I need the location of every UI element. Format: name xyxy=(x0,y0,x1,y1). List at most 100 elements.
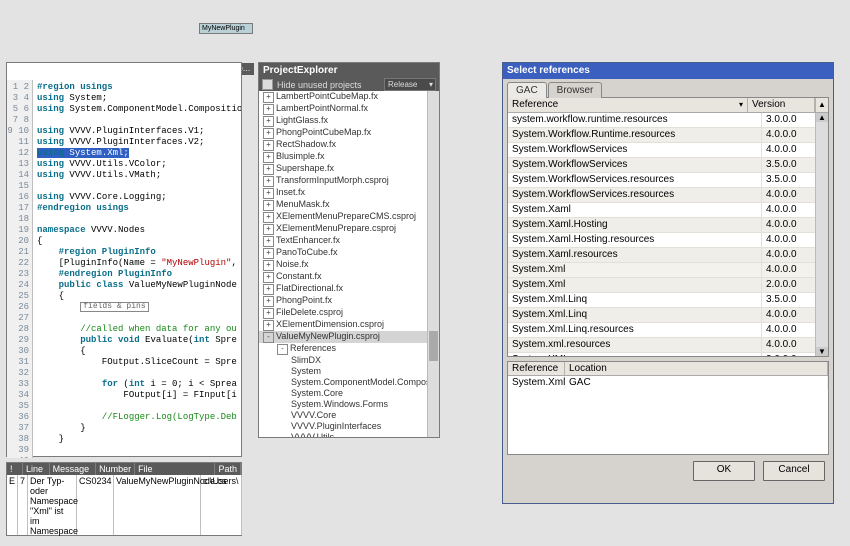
tree-item[interactable]: +LambertPointNormal.fx xyxy=(259,103,439,115)
tree-item[interactable]: -ValueMyNewPlugin.csproj xyxy=(259,331,439,343)
errcol-marker[interactable]: ! xyxy=(7,463,23,475)
tree-expand-icon[interactable]: + xyxy=(263,128,274,139)
tree-item[interactable]: +PhongPointCubeMap.fx xyxy=(259,127,439,139)
tree-expand-icon[interactable]: + xyxy=(263,308,274,319)
tree-item[interactable]: +Inset.fx xyxy=(259,187,439,199)
tree-expand-icon[interactable]: + xyxy=(263,140,274,151)
tree-item[interactable]: +XElementDimension.csproj xyxy=(259,319,439,331)
tree-expand-icon[interactable]: + xyxy=(263,116,274,127)
reference-row[interactable]: System.xml.resources4.0.0.0 xyxy=(508,338,828,353)
plugin-tab[interactable]: MyNewPlugin xyxy=(199,23,253,34)
code-line: using VVVV.Utils.VMath; xyxy=(37,170,241,181)
tree-expand-icon[interactable]: + xyxy=(263,92,274,103)
tree-item[interactable]: +MenuMask.fx xyxy=(259,199,439,211)
tree-expand-icon[interactable]: + xyxy=(263,248,274,259)
tree-item[interactable]: +FlatDirectional.fx xyxy=(259,283,439,295)
reference-row[interactable]: System.Xml.Linq4.0.0.0 xyxy=(508,308,828,323)
tree-item[interactable]: System.ComponentModel.Composition.Codepl… xyxy=(259,377,439,388)
reference-row[interactable]: System.Xaml.Hosting.resources4.0.0.0 xyxy=(508,233,828,248)
dialog-title: Select references xyxy=(503,63,833,79)
errcol-line[interactable]: Line xyxy=(23,463,50,475)
col-scroll-up-icon[interactable]: ▲ xyxy=(815,98,828,112)
tree-item[interactable]: +Blusimple.fx xyxy=(259,151,439,163)
tree-scrollbar[interactable] xyxy=(427,91,439,437)
reference-row[interactable]: System.XML.resources2.0.0.0 xyxy=(508,353,828,356)
tree-item[interactable]: VVVV.PluginInterfaces xyxy=(259,421,439,432)
tree-expand-icon[interactable]: + xyxy=(263,200,274,211)
selected-reference-row[interactable]: System.Xml GAC xyxy=(508,376,828,389)
tree-expand-icon[interactable]: - xyxy=(277,344,288,355)
tree-item[interactable]: +LightGlass.fx xyxy=(259,115,439,127)
reference-row[interactable]: System.WorkflowServices3.5.0.0 xyxy=(508,158,828,173)
code-line: { xyxy=(37,346,241,357)
tree-expand-icon[interactable]: + xyxy=(263,284,274,295)
col-version[interactable]: Version xyxy=(748,98,815,112)
reference-row[interactable]: System.Xml4.0.0.0 xyxy=(508,263,828,278)
tree-item[interactable]: +LambertPointCubeMap.fx xyxy=(259,91,439,103)
tree-expand-icon[interactable]: + xyxy=(263,104,274,115)
tree-item[interactable]: +XElementMenuPrepare.csproj xyxy=(259,223,439,235)
tree-item[interactable]: -References xyxy=(259,343,439,355)
tree-item[interactable]: +Supershape.fx xyxy=(259,163,439,175)
code-line xyxy=(37,313,241,324)
tree-item[interactable]: System xyxy=(259,366,439,377)
hide-unused-checkbox[interactable]: ✓ xyxy=(262,79,273,90)
tree-expand-icon[interactable]: + xyxy=(263,236,274,247)
tab-gac[interactable]: GAC xyxy=(507,82,547,98)
tree-item[interactable]: +FileDelete.csproj xyxy=(259,307,439,319)
reference-row[interactable]: System.Xml.Linq.resources4.0.0.0 xyxy=(508,323,828,338)
errcol-number[interactable]: Number xyxy=(96,463,135,475)
tree-expand-icon[interactable]: + xyxy=(263,164,274,175)
tree-item[interactable]: +TransformInputMorph.csproj xyxy=(259,175,439,187)
tree-item[interactable]: +RectShadow.fx xyxy=(259,139,439,151)
reference-row[interactable]: system.workflow.runtime.resources3.0.0.0 xyxy=(508,113,828,128)
ok-button[interactable]: OK xyxy=(693,461,755,481)
tree-item[interactable]: +PanoToCube.fx xyxy=(259,247,439,259)
error-row[interactable]: E 7 Der Typ- oder Namespace "Xml" ist im… xyxy=(7,475,241,535)
tree-item[interactable]: +XElementMenuPrepareCMS.csproj xyxy=(259,211,439,223)
cancel-button[interactable]: Cancel xyxy=(763,461,825,481)
tree-expand-icon[interactable]: + xyxy=(263,176,274,187)
tree-item[interactable]: System.Core xyxy=(259,388,439,399)
tree-expand-icon[interactable]: + xyxy=(263,212,274,223)
tree-item[interactable]: System.Windows.Forms xyxy=(259,399,439,410)
tab-browser[interactable]: Browser xyxy=(548,82,603,98)
lower-col-reference[interactable]: Reference xyxy=(508,362,565,375)
reference-row[interactable]: System.Workflow.Runtime.resources4.0.0.0 xyxy=(508,128,828,143)
project-explorer: ProjectExplorer ✓ Hide unused projects R… xyxy=(258,62,440,438)
reference-row[interactable]: System.Xaml.Hosting4.0.0.0 xyxy=(508,218,828,233)
tree-expand-icon[interactable]: - xyxy=(263,332,274,343)
reference-row[interactable]: System.Xaml4.0.0.0 xyxy=(508,203,828,218)
tree-item[interactable]: VVVV.Utils xyxy=(259,432,439,437)
tree-item[interactable]: VVVV.Core xyxy=(259,410,439,421)
tree-expand-icon[interactable]: + xyxy=(263,272,274,283)
tree-expand-icon[interactable]: + xyxy=(263,224,274,235)
project-tree[interactable]: +LambertPointCubeMap.fx+LambertPointNorm… xyxy=(259,91,439,437)
reference-row[interactable]: System.Xml2.0.0.0 xyxy=(508,278,828,293)
reference-row[interactable]: System.Xml.Linq3.5.0.0 xyxy=(508,293,828,308)
errcol-file[interactable]: File xyxy=(135,463,215,475)
errcol-path[interactable]: Path xyxy=(215,463,241,475)
grid-scrollbar[interactable] xyxy=(815,113,828,356)
tree-item[interactable]: +Constant.fx xyxy=(259,271,439,283)
reference-grid-body[interactable]: system.workflow.runtime.resources3.0.0.0… xyxy=(508,113,828,356)
config-combo[interactable]: Release xyxy=(384,78,436,91)
col-reference[interactable]: Reference xyxy=(508,98,748,112)
tree-item[interactable]: +Noise.fx xyxy=(259,259,439,271)
tree-item[interactable]: +TextEnhancer.fx xyxy=(259,235,439,247)
tree-expand-icon[interactable]: + xyxy=(263,320,274,331)
tree-expand-icon[interactable]: + xyxy=(263,296,274,307)
code-line: FOutput.SliceCount = Spre xyxy=(37,357,241,368)
tree-item[interactable]: +PhongPoint.fx xyxy=(259,295,439,307)
tree-expand-icon[interactable]: + xyxy=(263,260,274,271)
reference-row[interactable]: System.Xaml.resources4.0.0.0 xyxy=(508,248,828,263)
reference-row[interactable]: System.WorkflowServices4.0.0.0 xyxy=(508,143,828,158)
reference-row[interactable]: System.WorkflowServices.resources4.0.0.0 xyxy=(508,188,828,203)
reference-row[interactable]: System.WorkflowServices.resources3.5.0.0 xyxy=(508,173,828,188)
tree-item[interactable]: SlimDX xyxy=(259,355,439,366)
lower-col-location[interactable]: Location xyxy=(565,362,828,375)
code-area[interactable]: #region usingsusing System;using System.… xyxy=(33,80,241,458)
tree-expand-icon[interactable]: + xyxy=(263,152,274,163)
tree-expand-icon[interactable]: + xyxy=(263,188,274,199)
errcol-message[interactable]: Message xyxy=(50,463,96,475)
